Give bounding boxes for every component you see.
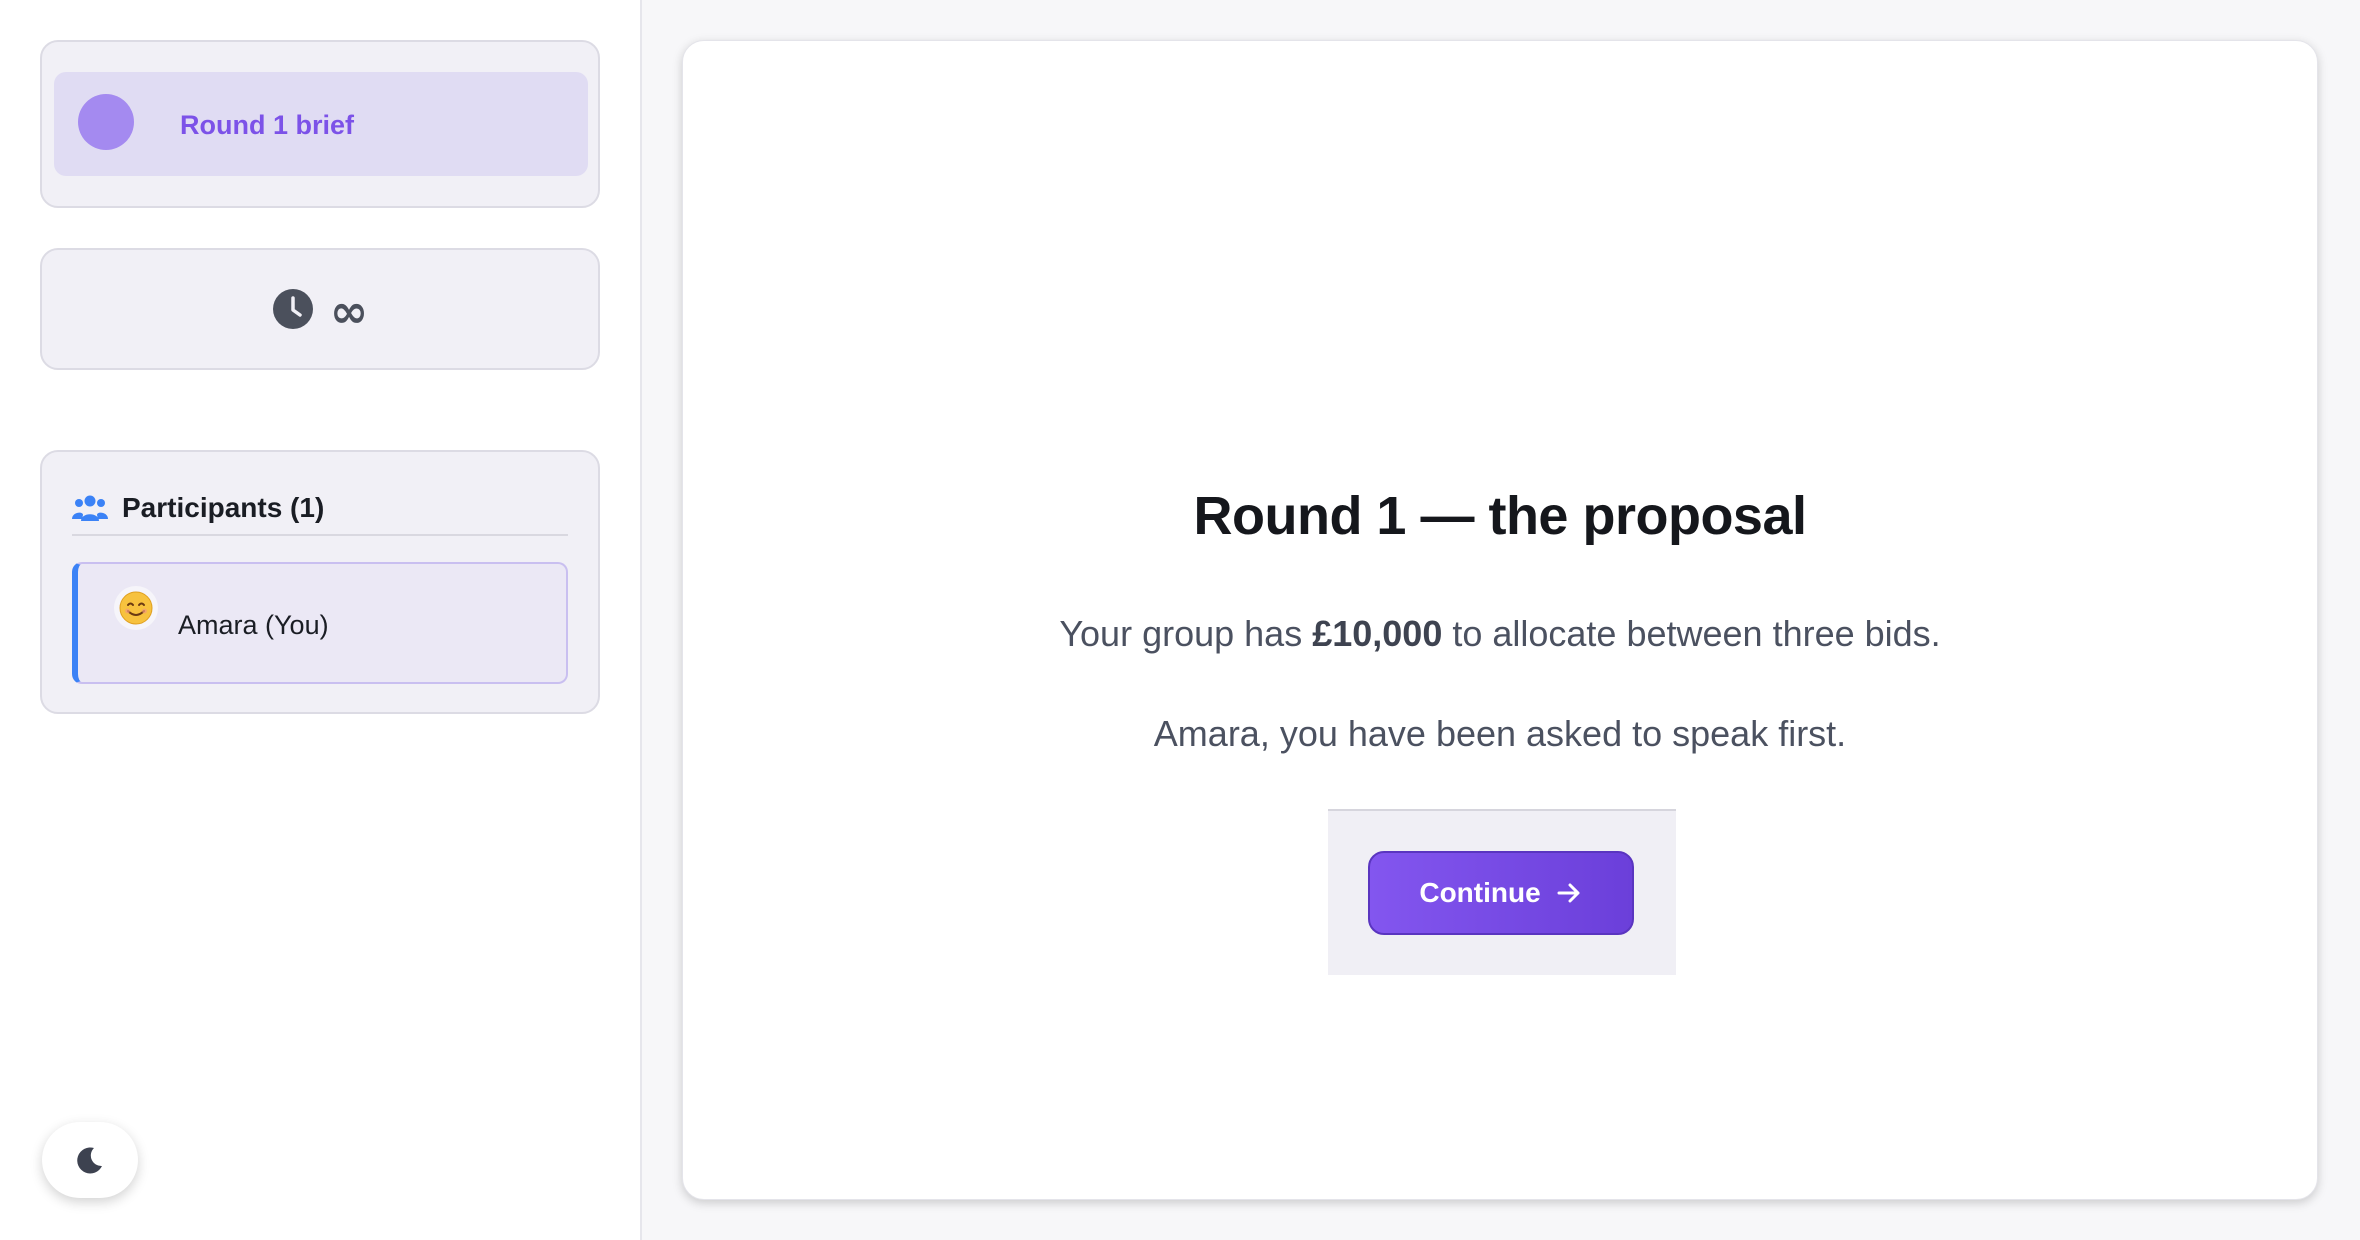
participants-header: Participants (1) <box>72 482 568 536</box>
round-content: Round 1 — the proposal Your group has £1… <box>683 485 2317 755</box>
sidebar: Round 1 brief ∞ Participants (1) Amara (… <box>0 0 642 1240</box>
timer-card: ∞ <box>40 248 600 370</box>
clock-icon <box>272 289 313 329</box>
continue-button-area: Continue <box>1328 809 1676 975</box>
page-title: Round 1 — the proposal <box>1193 486 1807 546</box>
timer-display: ∞ <box>42 250 598 368</box>
participant-name: Amara (You) <box>178 610 329 640</box>
users-icon <box>72 495 108 521</box>
participant-item[interactable]: Amara (You) <box>72 562 568 684</box>
arrow-right-icon <box>1557 883 1580 903</box>
theme-toggle-button[interactable] <box>42 1122 138 1198</box>
smiley-icon <box>119 591 153 625</box>
continue-label: Continue <box>1419 877 1541 908</box>
speaker-text: Amara, you have been asked to speak firs… <box>1153 713 1847 754</box>
round-brief-label: Round 1 brief <box>180 110 354 140</box>
allocation-prefix: Your group has <box>1059 613 1313 654</box>
allocation-suffix: to allocate between three bids. <box>1442 613 1941 654</box>
allocation-amount: £10,000 <box>1312 613 1443 654</box>
participants-title: Participants (1) <box>122 492 325 523</box>
app-root: Round 1 brief ∞ Participants (1) Amara (… <box>0 0 2360 1240</box>
round-brief-card: Round 1 brief <box>40 40 600 208</box>
continue-button[interactable]: Continue <box>1368 851 1634 935</box>
moon-icon <box>77 1147 102 1174</box>
participant-avatar <box>114 586 158 630</box>
timer-value: ∞ <box>329 284 369 338</box>
allocation-text: Your group has £10,000 to allocate betwe… <box>683 613 2317 655</box>
participants-card: Participants (1) Amara (You) <box>40 450 600 714</box>
brief-status-dot <box>78 94 134 150</box>
main-panel: Round 1 — the proposal Your group has £1… <box>682 40 2318 1200</box>
